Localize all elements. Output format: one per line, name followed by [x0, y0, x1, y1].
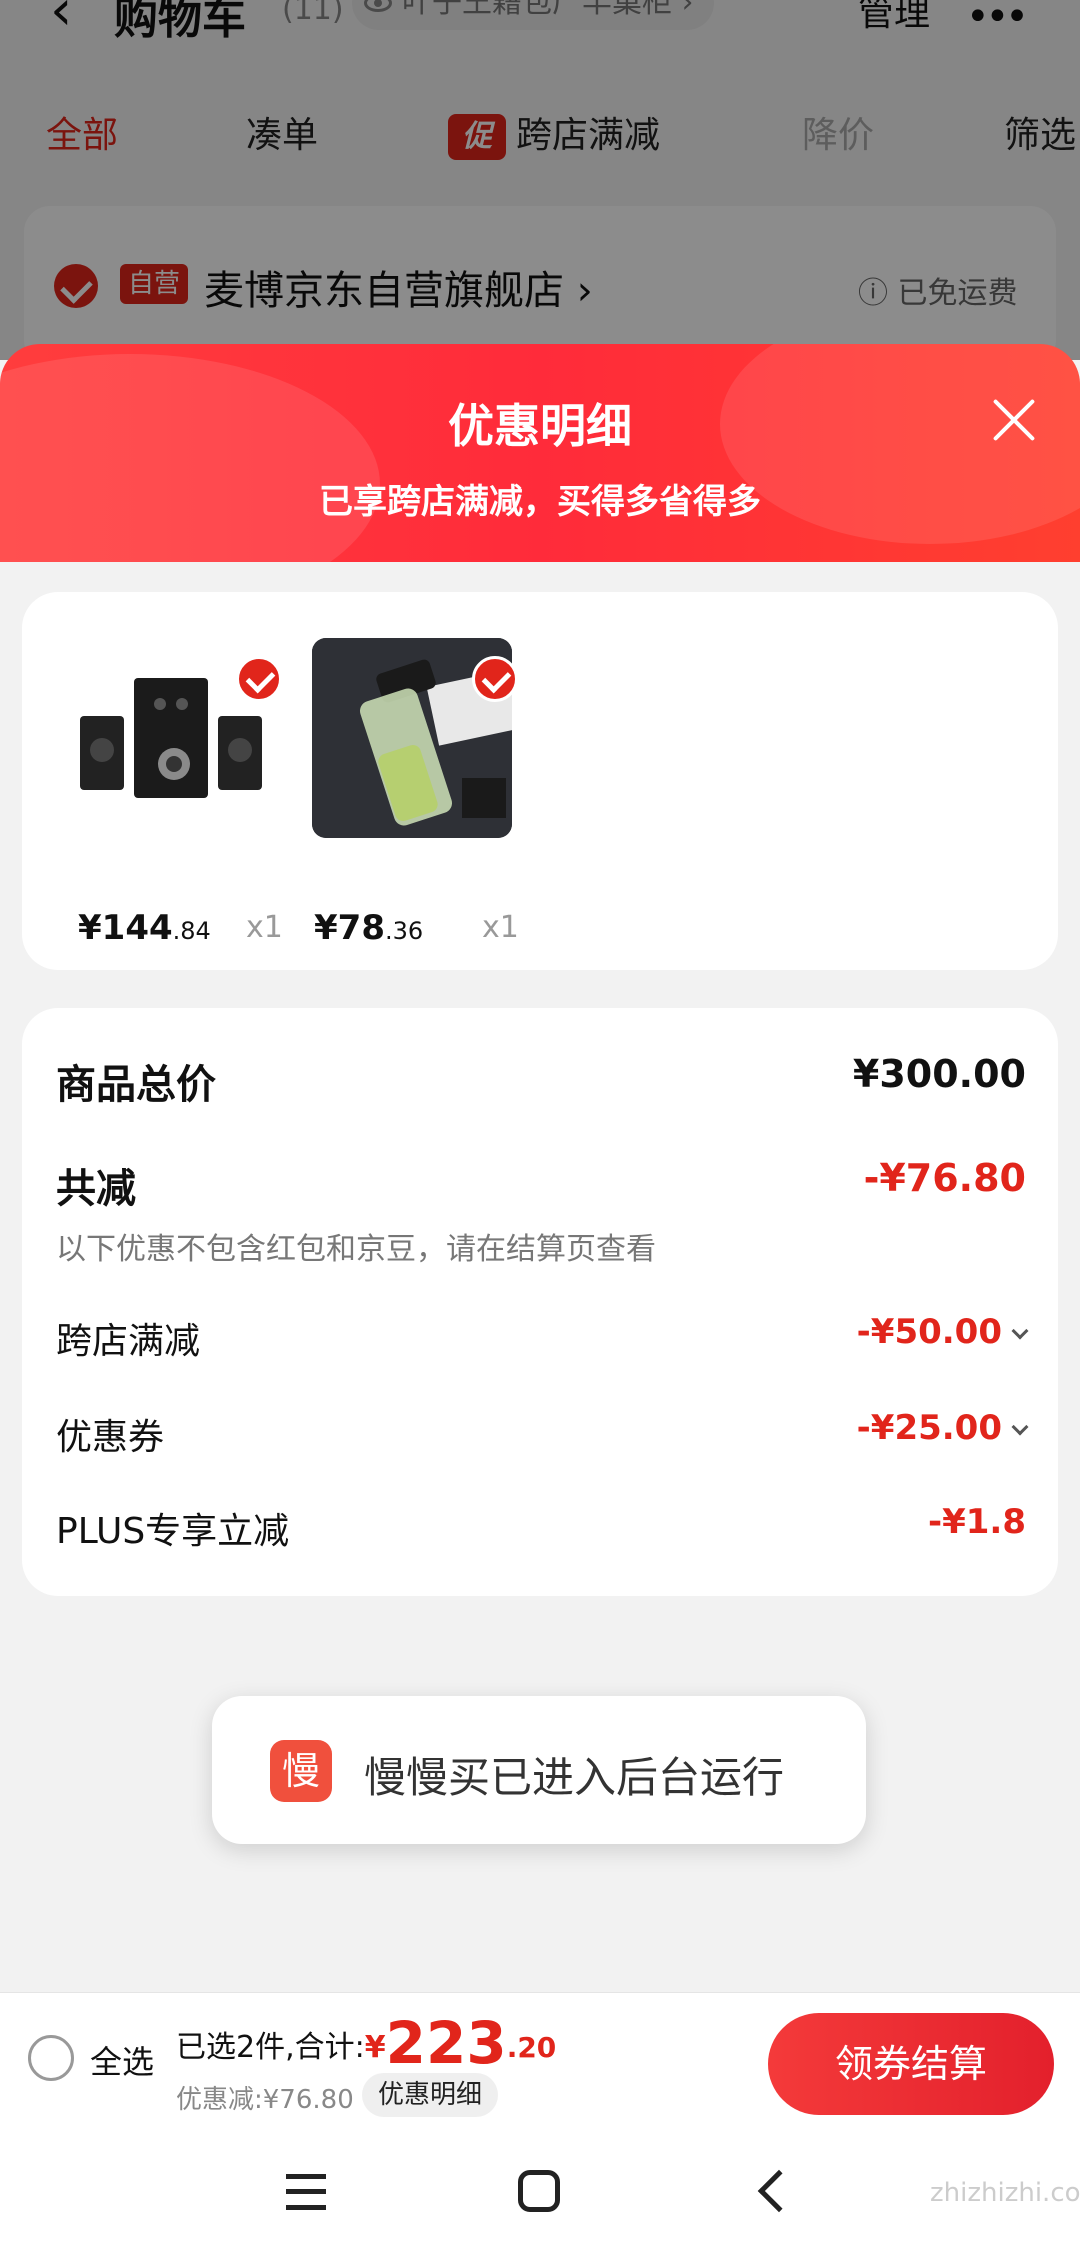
total-discount-label: 共减: [56, 1166, 136, 1212]
system-nav-bar: zhizhizhi.com: [0, 2128, 1080, 2259]
discount-item-value: -¥25.00: [856, 1408, 1002, 1448]
discount-item-label: 跨店满减: [56, 1321, 201, 1362]
discount-detail-button[interactable]: 优惠明细: [362, 2073, 499, 2117]
discount-item-label: 优惠券: [56, 1417, 165, 1458]
home-icon[interactable]: [518, 2170, 560, 2212]
select-all-checkbox[interactable]: [28, 2035, 74, 2081]
total-decimal: .20: [506, 2031, 557, 2064]
cross-store-discount-row[interactable]: -¥50.00: [856, 1312, 1029, 1352]
selected-summary-prefix: 已选2件,合计:: [176, 2030, 365, 2065]
product-1-check-icon[interactable]: [236, 656, 282, 702]
product-1-qty: x1: [246, 910, 283, 945]
chevron-down-icon: [1011, 1322, 1029, 1340]
total-discount-value: -¥76.80: [863, 1156, 1026, 1200]
price-summary-card: 商品总价 ¥300.00 共减 -¥76.80 以下优惠不包含红包和京豆，请在结…: [22, 1008, 1058, 1596]
discount-amount: 优惠减:¥76.80: [176, 2085, 354, 2115]
discount-item-value: -¥50.00: [856, 1312, 1002, 1352]
toast-text: 慢慢买已进入后台运行: [364, 1753, 785, 1802]
dim-overlay[interactable]: [0, 0, 1080, 360]
back-icon[interactable]: [757, 2169, 801, 2213]
discount-item-value: -¥1.8: [928, 1502, 1026, 1542]
background-running-toast: 慢 慢慢买已进入后台运行: [212, 1696, 866, 1844]
checkout-bar: 全选 已选2件,合计:¥223.20 优惠减:¥76.80 优惠明细 领券结算: [0, 1992, 1080, 2128]
total-integer: 223: [385, 2009, 507, 2077]
coupon-discount-row[interactable]: -¥25.00: [856, 1408, 1029, 1448]
select-all-label[interactable]: 全选: [90, 2037, 154, 2083]
close-icon[interactable]: [984, 390, 1044, 450]
sheet-title: 优惠明细: [448, 399, 632, 453]
products-card: ¥144.84 x1 ¥78.36 x1: [22, 592, 1058, 970]
sheet-body: ¥144.84 x1 ¥78.36 x1 商品总价 ¥300.00 共减 -¥7…: [0, 562, 1080, 1992]
total-price-value: ¥300.00: [852, 1052, 1026, 1096]
recent-apps-icon[interactable]: [286, 2174, 326, 2210]
discount-note: 以下优惠不包含红包和京豆，请在结算页查看: [56, 1232, 656, 1267]
manmanmai-app-icon: 慢: [270, 1740, 332, 1802]
watermark: zhizhizhi.com: [930, 2178, 1080, 2208]
product-1-price: ¥144.84: [78, 908, 211, 948]
discount-item-label: PLUS专享立减: [56, 1511, 290, 1552]
chevron-down-icon: [1011, 1418, 1029, 1436]
product-2-check-icon[interactable]: [472, 656, 518, 702]
total-price-label: 商品总价: [56, 1062, 216, 1108]
checkout-button[interactable]: 领券结算: [768, 2013, 1054, 2115]
product-2-price: ¥78.36: [314, 908, 424, 948]
selected-total: 已选2件,合计:¥223.20: [176, 2003, 557, 2077]
sheet-header: 优惠明细 已享跨店满减，买得多省得多: [0, 344, 1080, 562]
product-2-qty: x1: [482, 910, 519, 945]
total-currency: ¥: [364, 2030, 386, 2065]
sheet-subtitle: 已享跨店满减，买得多省得多: [319, 482, 761, 522]
